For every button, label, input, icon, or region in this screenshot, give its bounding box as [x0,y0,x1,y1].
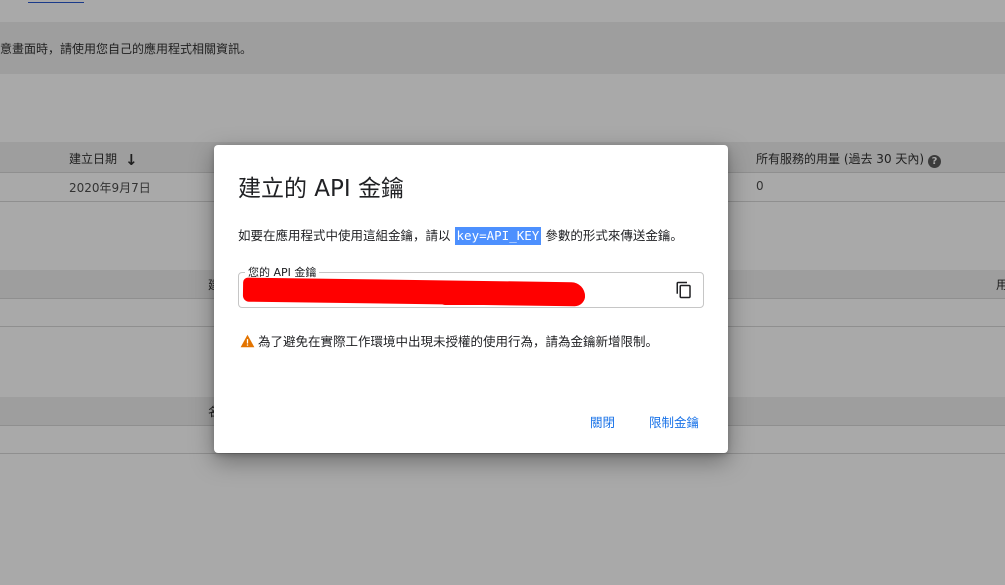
notice-banner: 意畫面時，請使用您自己的應用程式相關資訊。 [0,22,1005,74]
created-date-header[interactable]: 建立日期 ↓ [69,150,138,169]
api-key-field[interactable]: 您的 API 金鑰 [238,264,704,308]
description-prefix: 如要在應用程式中使用這組金鑰，請以 [238,228,451,243]
warning-icon [240,334,255,347]
redaction-mark [439,285,585,305]
restrict-key-button[interactable]: 限制金鑰 [645,410,703,433]
dialog-description: 如要在應用程式中使用這組金鑰，請以 key=API_KEY 參數的形式來傳送金鑰。 [238,227,683,245]
created-date-header-label: 建立日期 [69,152,118,166]
warning-text: 為了避免在實際工作環境中出現未授權的使用行為，請為金鑰新增限制。 [258,334,659,349]
usage-header: 所有服務的用量 (過去 30 天內)? [756,150,942,168]
arrow-down-icon[interactable]: ↓ [125,151,138,169]
created-date-value: 2020年9月7日 [69,181,151,195]
usage-value: 0 [756,179,764,193]
key-param-code: key=API_KEY [454,227,542,245]
divider [0,453,1005,454]
dialog-title: 建立的 API 金鑰 [238,176,405,202]
partial-header-label: 用 [996,278,1005,292]
background-link [28,0,84,3]
close-button[interactable]: 關閉 [586,410,619,433]
restriction-warning: 為了避免在實際工作環境中出現未授權的使用行為，請為金鑰新增限制。 [240,331,658,350]
api-key-dialog: 建立的 API 金鑰 如要在應用程式中使用這組金鑰，請以 key=API_KEY 參… [214,145,728,453]
description-suffix: 參數的形式來傳送金鑰。 [545,228,683,243]
notice-text: 意畫面時，請使用您自己的應用程式相關資訊。 [0,42,253,56]
help-icon[interactable]: ? [928,155,942,168]
copy-icon[interactable] [675,281,693,299]
usage-header-label: 所有服務的用量 (過去 30 天內) [756,152,925,166]
